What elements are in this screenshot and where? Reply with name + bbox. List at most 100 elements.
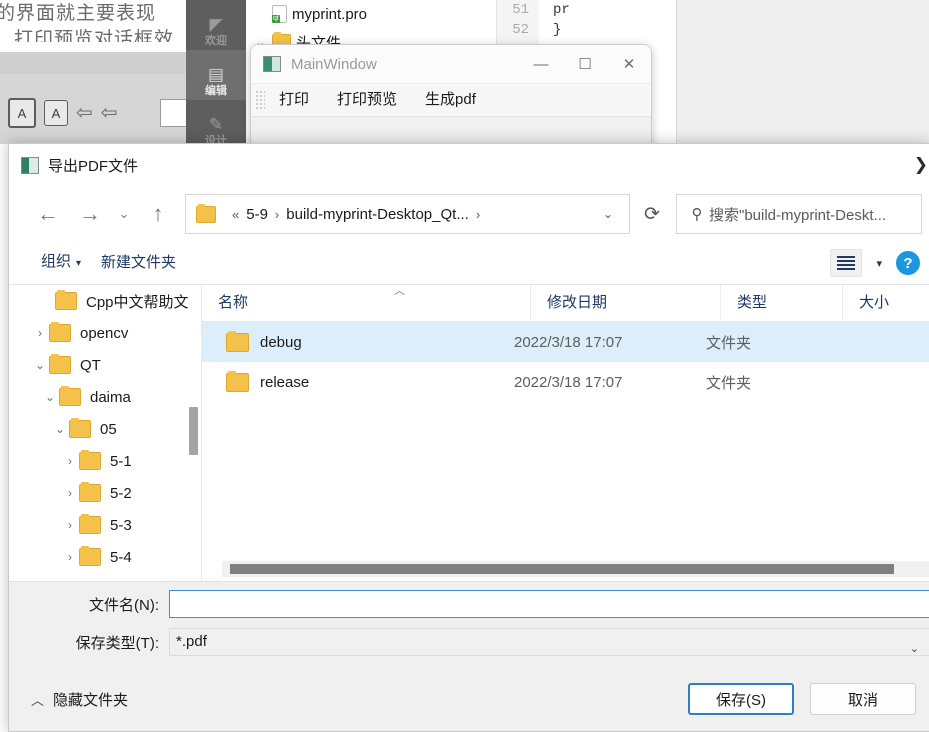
dialog-title: 导出PDF文件: [48, 157, 139, 175]
refresh-icon[interactable]: ⟳: [630, 194, 674, 234]
folder-icon: [49, 354, 71, 374]
file-name-cell: release: [202, 370, 514, 392]
filetype-select[interactable]: *.pdf ⌄: [169, 628, 929, 656]
file-name-cell: debug: [202, 330, 514, 352]
folder-icon: [55, 290, 77, 310]
chevron-down-icon[interactable]: ⌄: [591, 207, 625, 221]
file-date-cell: 2022/3/18 17:07: [514, 373, 623, 391]
code-line: 51 pr: [497, 0, 677, 20]
tree-scrollbar-thumb[interactable]: [189, 407, 198, 455]
horizontal-scrollbar[interactable]: [222, 561, 929, 577]
back-button[interactable]: ←: [27, 193, 69, 235]
export-pdf-dialog: 导出PDF文件 ❯ ← → ⌄ ↑ « 5-9 › build-myprint-…: [8, 143, 929, 732]
qt-mode-welcome[interactable]: ◤ 欢迎: [186, 0, 246, 50]
file-type-cell: 文件夹: [706, 334, 752, 352]
mainwindow-titlebar[interactable]: MainWindow — ☐ ✕: [251, 45, 651, 84]
breadcrumb-item-5-9[interactable]: 5-9: [246, 206, 268, 223]
table-row[interactable]: debug 2022/3/18 17:07 文件夹: [202, 322, 929, 362]
tree-item-5-2-label: 5-2: [110, 484, 132, 502]
qt-mode-edit[interactable]: ▤ 编辑: [186, 50, 246, 100]
form-area: 文件名(N): 保存类型(T): *.pdf ⌄: [9, 581, 929, 666]
chevron-right-icon[interactable]: ›: [61, 518, 79, 532]
chevron-right-icon[interactable]: ›: [61, 486, 79, 500]
minimize-button[interactable]: —: [519, 45, 563, 83]
recent-locations-button[interactable]: ⌄: [111, 193, 137, 235]
tree-item-05-label: 05: [100, 420, 117, 438]
filetype-label: 保存类型(T):: [75, 634, 159, 652]
generate-pdf-button[interactable]: 生成pdf: [411, 84, 490, 116]
maximize-button[interactable]: ☐: [563, 45, 607, 83]
column-header-name[interactable]: 名称: [202, 285, 530, 321]
tree-item-qt[interactable]: ⌄ QT: [9, 349, 201, 381]
forward-button[interactable]: →: [69, 193, 111, 235]
file-list-pane[interactable]: 名称 修改日期 类型 大小 ︿ debug 2022/3/18 17:07 文件…: [202, 285, 929, 581]
qt-mode-edit-label: 编辑: [205, 85, 227, 97]
code-line: 52 }: [497, 20, 677, 40]
tree-item-daima[interactable]: ⌄ daima: [9, 381, 201, 413]
filename-row: 文件名(N):: [9, 588, 929, 620]
column-header-date[interactable]: 修改日期: [530, 285, 720, 321]
qt-tree-item-pro[interactable]: qt myprint.pro: [246, 0, 496, 28]
tree-item-5-2[interactable]: › 5-2: [9, 477, 201, 509]
close-button[interactable]: ✕: [607, 45, 651, 83]
cancel-button[interactable]: 取消: [810, 683, 916, 715]
file-name-label: debug: [260, 333, 302, 351]
dialog-titlebar[interactable]: 导出PDF文件 ❯: [9, 144, 929, 186]
tree-scrollbar[interactable]: [189, 285, 198, 581]
hide-folders-toggle[interactable]: ︿ 隐藏文件夹: [31, 689, 128, 710]
print-button[interactable]: 打印: [265, 84, 323, 116]
filename-input[interactable]: [169, 590, 929, 618]
column-header-type[interactable]: 类型: [720, 285, 842, 321]
column-header-size[interactable]: 大小: [842, 285, 929, 321]
tree-item-05[interactable]: ⌄ 05: [9, 413, 201, 445]
chevron-down-icon[interactable]: ⌄: [41, 390, 59, 404]
tree-item-5-1[interactable]: › 5-1: [9, 445, 201, 477]
save-button[interactable]: 保存(S): [688, 683, 794, 715]
breadcrumb-overflow[interactable]: «: [225, 207, 246, 222]
qt-right-panel: [676, 0, 929, 150]
chevron-down-icon: ▾: [76, 258, 82, 269]
command-bar-right: ▾ ?: [830, 249, 929, 277]
help-icon[interactable]: ?: [896, 251, 920, 275]
navigation-tree-pane[interactable]: Cpp中文帮助文 › opencv ⌄ QT ⌄ daima ⌄ 05 › 5-…: [9, 285, 202, 581]
tree-item-opencv[interactable]: › opencv: [9, 317, 201, 349]
print-preview-button[interactable]: 打印预览: [323, 84, 411, 116]
organize-button[interactable]: 组织 ▾: [31, 241, 91, 285]
line-text: }: [553, 22, 562, 38]
chevron-down-icon[interactable]: ⌄: [51, 422, 69, 436]
pro-file-icon: qt: [272, 5, 287, 23]
new-folder-button[interactable]: 新建文件夹: [91, 242, 186, 284]
tree-item-5-4[interactable]: › 5-4: [9, 541, 201, 573]
app-icon: [263, 56, 281, 72]
chevron-right-icon[interactable]: ›: [61, 454, 79, 468]
tree-item-cpp-help[interactable]: Cpp中文帮助文: [9, 285, 201, 317]
horizontal-scrollbar-thumb[interactable]: [230, 564, 894, 574]
footer-buttons: 保存(S) 取消: [688, 683, 916, 715]
breadcrumb-separator-2[interactable]: ›: [469, 207, 487, 222]
app-icon: [21, 156, 39, 174]
sort-ascending-icon: ︿: [394, 285, 405, 297]
chevron-down-icon[interactable]: ▾: [866, 257, 892, 270]
text-format-small-icon: A: [44, 100, 68, 126]
toolbar-grip-icon[interactable]: [255, 90, 265, 110]
chevron-right-icon[interactable]: ›: [61, 550, 79, 564]
search-placeholder: 搜索"build-myprint-Deskt...: [709, 206, 887, 224]
table-row[interactable]: release 2022/3/18 17:07 文件夹: [202, 362, 929, 402]
qt-mode-selector[interactable]: ◤ 欢迎 ▤ 编辑 ✎ 设计: [186, 0, 246, 150]
line-text: pr: [553, 2, 570, 18]
chevron-down-icon: ⌄: [909, 643, 919, 655]
qt-tree-item-pro-label: myprint.pro: [292, 5, 368, 23]
chevron-right-icon[interactable]: ›: [31, 326, 49, 340]
chevron-down-icon[interactable]: ⌄: [31, 358, 49, 372]
filename-label: 文件名(N):: [89, 596, 159, 614]
organize-label: 组织: [41, 253, 72, 270]
up-button[interactable]: ↑: [137, 193, 179, 235]
breadcrumb-item-build[interactable]: build-myprint-Desktop_Qt...: [286, 206, 469, 223]
titlebar-overflow-icon[interactable]: ❯: [914, 155, 929, 175]
view-list-icon[interactable]: [830, 249, 863, 277]
folder-icon: [69, 418, 91, 438]
folder-icon: [79, 546, 101, 566]
address-bar[interactable]: « 5-9 › build-myprint-Desktop_Qt... › ⌄: [185, 194, 630, 234]
search-input[interactable]: ⚲ 搜索"build-myprint-Deskt...: [676, 194, 922, 234]
tree-item-5-3[interactable]: › 5-3: [9, 509, 201, 541]
